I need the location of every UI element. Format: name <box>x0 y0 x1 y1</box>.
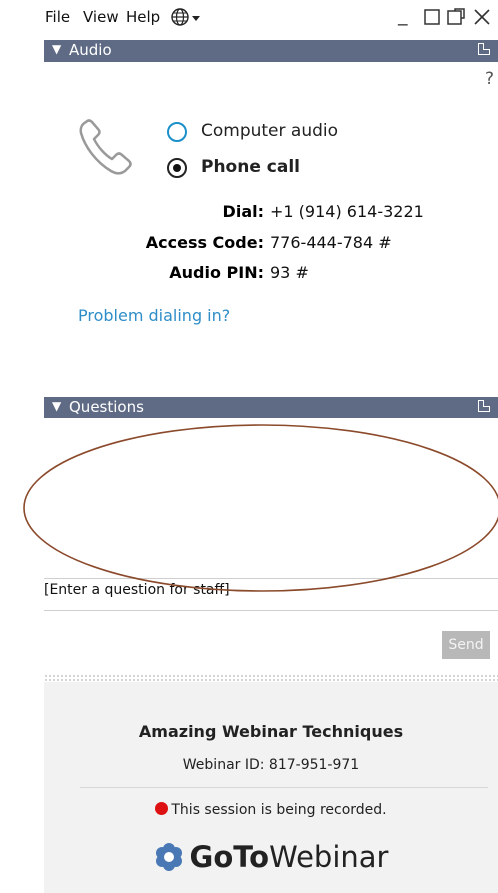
webinar-title: Amazing Webinar Techniques <box>138 722 404 741</box>
phone-call-label[interactable]: Phone call <box>201 157 300 177</box>
divider <box>80 787 488 788</box>
menu-bar: File View Help _ <box>0 0 498 38</box>
access-code-value: 776-444-784 # <box>270 233 392 252</box>
collapse-triangle-icon[interactable]: ▼ <box>52 399 61 413</box>
access-code-label: Access Code: <box>145 233 264 252</box>
menu-help[interactable]: Help <box>126 8 160 26</box>
help-icon[interactable]: ? <box>485 69 494 89</box>
dial-number: +1 (914) 614-3221 <box>270 202 424 221</box>
audio-panel-header[interactable]: ▼ Audio <box>44 40 498 63</box>
recording-notice: This session is being recorded. <box>44 802 498 818</box>
globe-icon[interactable] <box>171 8 201 30</box>
send-button[interactable]: Send <box>442 631 490 659</box>
computer-audio-label[interactable]: Computer audio <box>201 121 338 141</box>
popout-icon[interactable] <box>447 8 465 30</box>
menu-view[interactable]: View <box>83 8 119 26</box>
divider <box>44 610 498 611</box>
webinar-id: Webinar ID: 817-951-971 <box>182 757 360 773</box>
minimize-icon[interactable]: _ <box>398 4 408 26</box>
close-icon[interactable] <box>473 8 491 30</box>
collapse-triangle-icon[interactable]: ▼ <box>52 42 61 56</box>
gotowebinar-logo: GoToWebinar <box>44 840 498 879</box>
dial-label: Dial: <box>222 202 264 221</box>
flower-logo-icon <box>154 842 184 879</box>
audio-pin-label: Audio PIN: <box>169 263 264 282</box>
brand-bold: GoTo <box>189 840 270 874</box>
recording-dot-icon <box>155 802 169 815</box>
audio-pin-value: 93 # <box>270 263 309 282</box>
restore-icon[interactable] <box>424 9 440 29</box>
brand-light: Webinar <box>269 840 389 874</box>
popout-icon[interactable] <box>478 43 490 55</box>
questions-panel-title: Questions <box>69 398 144 416</box>
audio-panel-title: Audio <box>69 41 112 59</box>
resize-grip[interactable] <box>44 674 498 682</box>
problem-dialing-link[interactable]: Problem dialing in? <box>78 306 230 325</box>
computer-audio-radio[interactable] <box>167 122 187 142</box>
phone-call-radio[interactable] <box>167 158 187 178</box>
popout-icon[interactable] <box>478 400 490 412</box>
audio-panel-body <box>44 62 498 394</box>
menu-file[interactable]: File <box>45 8 70 26</box>
annotation-ellipse <box>23 424 498 592</box>
questions-panel-header[interactable]: ▼ Questions <box>44 397 498 420</box>
recording-notice-text: This session is being recorded. <box>171 802 387 818</box>
phone-icon <box>78 116 134 182</box>
